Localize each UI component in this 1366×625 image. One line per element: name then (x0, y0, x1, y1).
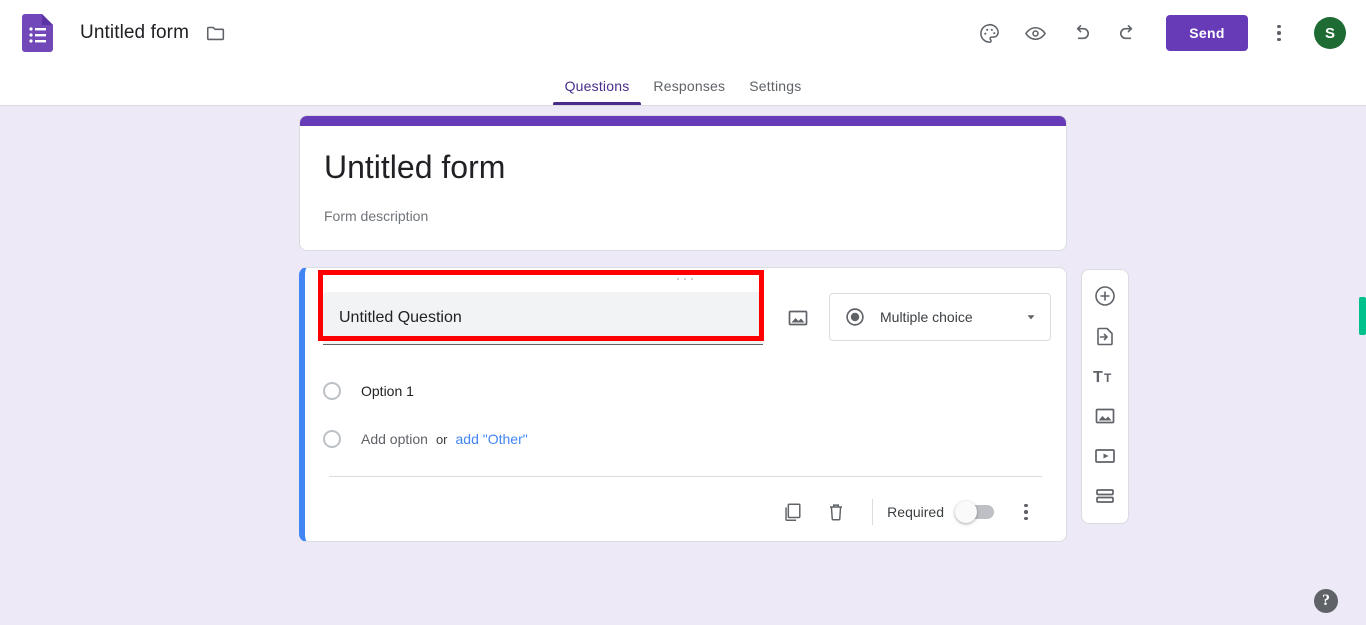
radio-outline-icon (323, 382, 341, 400)
form-header-card[interactable]: Untitled form Form description (299, 115, 1067, 252)
options-list: Option 1 Add option or add "Other" (323, 373, 528, 469)
import-questions-icon[interactable] (1089, 320, 1121, 352)
theme-icon[interactable] (968, 12, 1010, 54)
undo-icon[interactable] (1060, 12, 1102, 54)
question-card[interactable]: Multiple choice Option 1 Add option or a… (299, 267, 1067, 542)
footer-divider (872, 499, 874, 525)
question-divider (329, 476, 1042, 477)
question-type-select[interactable]: Multiple choice (829, 293, 1051, 341)
question-title-input[interactable] (323, 292, 763, 345)
form-accent-bar (300, 116, 1066, 126)
avatar[interactable]: S (1314, 17, 1346, 49)
document-title[interactable]: Untitled form (80, 22, 189, 44)
help-button[interactable]: ? (1314, 589, 1338, 613)
forms-logo-icon (22, 14, 53, 52)
svg-text:T: T (1093, 369, 1103, 386)
add-video-icon[interactable] (1089, 440, 1121, 472)
app-header: Untitled form Send S (0, 0, 1366, 66)
add-option-row[interactable]: Add option or add "Other" (323, 421, 528, 457)
duplicate-icon[interactable] (770, 490, 814, 534)
preview-icon[interactable] (1014, 12, 1056, 54)
tab-questions[interactable]: Questions (552, 78, 642, 105)
header-actions: Send S (968, 12, 1346, 54)
question-more-options-button[interactable] (1004, 490, 1048, 534)
add-other-link[interactable]: add "Other" (456, 431, 528, 447)
toggle-knob (955, 501, 977, 523)
chevron-down-icon (1024, 310, 1038, 324)
drag-handle-icon[interactable] (676, 272, 695, 280)
tab-settings[interactable]: Settings (737, 78, 813, 105)
question-type-label: Multiple choice (880, 309, 973, 325)
form-description[interactable]: Form description (324, 208, 1042, 224)
add-image-icon[interactable] (1089, 400, 1121, 432)
kebab-icon (1024, 503, 1028, 521)
kebab-icon (1277, 24, 1281, 42)
side-toolbar: T T (1081, 269, 1129, 524)
scrollbar-thumb[interactable] (1359, 297, 1366, 335)
forms-logo[interactable] (22, 14, 54, 52)
form-canvas: Untitled form Form description Untitled … (0, 107, 1366, 625)
required-label: Required (887, 504, 944, 520)
folder-icon[interactable] (205, 22, 227, 44)
delete-icon[interactable] (814, 490, 858, 534)
form-header-body: Untitled form Form description (300, 126, 1066, 250)
question-footer: Required (770, 490, 1048, 534)
header-more-options-button[interactable] (1258, 12, 1300, 54)
question-title-wrap (318, 270, 764, 345)
question-top-row: Multiple choice (318, 270, 1051, 345)
form-title[interactable]: Untitled form (324, 148, 1042, 186)
add-title-icon[interactable]: T T (1089, 360, 1121, 392)
insert-image-icon[interactable] (781, 301, 815, 335)
radio-filled-icon (846, 308, 864, 326)
add-question-icon[interactable] (1089, 280, 1121, 312)
or-label: or (435, 431, 448, 447)
svg-text:T: T (1104, 371, 1112, 385)
required-toggle[interactable] (955, 501, 994, 523)
add-option-label[interactable]: Add option (361, 431, 428, 447)
add-section-icon[interactable] (1089, 480, 1121, 512)
radio-outline-icon (323, 430, 341, 448)
send-button[interactable]: Send (1166, 15, 1248, 51)
tab-bar: Questions Responses Settings (0, 66, 1366, 106)
tab-responses[interactable]: Responses (641, 78, 737, 105)
option-label[interactable]: Option 1 (361, 383, 414, 399)
option-row[interactable]: Option 1 (323, 373, 528, 409)
redo-icon[interactable] (1106, 12, 1148, 54)
